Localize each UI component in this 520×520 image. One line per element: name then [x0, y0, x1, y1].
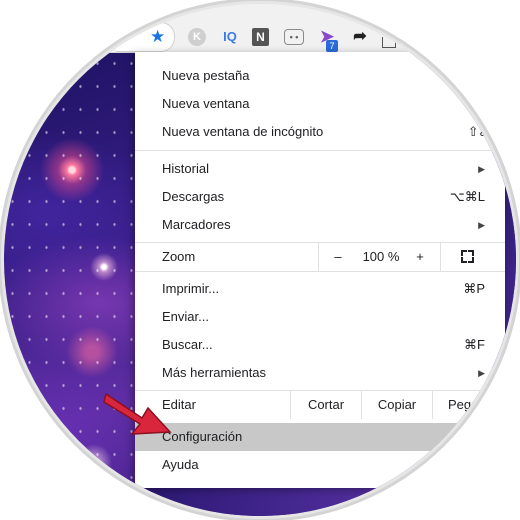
cut-button[interactable]: Cortar	[291, 391, 361, 419]
menu-item-cast[interactable]: Enviar...	[135, 303, 505, 331]
menu-item-label: Configuración	[162, 429, 243, 444]
menu-item-history[interactable]: Historial ▶	[135, 155, 505, 183]
menu-item-print[interactable]: Imprimir... ⌘P	[135, 275, 505, 303]
omnibox-end[interactable]: ★	[116, 22, 175, 52]
browser-toolbar: ★ K IQ N • • ➤ 7 ➦	[4, 4, 516, 53]
edit-row: Editar Cortar Copiar Pegar	[135, 391, 505, 419]
extension-n-icon[interactable]: N	[252, 28, 269, 46]
menu-item-bookmarks[interactable]: Marcadores ▶	[135, 211, 505, 239]
copy-button[interactable]: Copiar	[362, 391, 432, 419]
fullscreen-icon[interactable]	[461, 250, 474, 263]
red-pointer-arrow	[103, 392, 172, 435]
share-arrow-icon[interactable]: ➦	[350, 28, 370, 46]
menu-item-label: Nueva ventana de incógnito	[162, 124, 324, 139]
zoom-label: Zoom	[162, 249, 196, 264]
extension-badge: 7	[326, 40, 338, 52]
menu-item-new-tab[interactable]: Nueva pestaña	[135, 62, 505, 90]
shortcut-label: ⌘F	[464, 337, 485, 352]
submenu-arrow-icon: ▶	[478, 220, 485, 230]
menu-separator	[135, 271, 505, 272]
chrome-main-menu: Nueva pestaña Nueva ventana Nueva ventan…	[135, 52, 505, 488]
menu-item-label: Imprimir...	[162, 281, 220, 296]
menu-item-help[interactable]: Ayuda	[135, 451, 505, 479]
menu-item-new-window[interactable]: Nueva ventana	[135, 90, 505, 118]
menu-item-downloads[interactable]: Descargas ⌥⌘L	[135, 183, 505, 211]
extension-k-icon[interactable]: K	[188, 28, 206, 46]
divider	[318, 243, 319, 271]
menu-item-label: Ayuda	[162, 457, 199, 472]
paste-button[interactable]: Pegar	[448, 391, 508, 419]
menu-item-label: Nueva ventana	[162, 96, 250, 111]
star-icon[interactable]: ★	[150, 27, 165, 47]
galaxy-bottom	[134, 488, 514, 516]
menu-item-label: Más herramientas	[162, 365, 267, 380]
menu-item-label: Historial	[162, 161, 209, 176]
extension-iq-icon[interactable]: IQ	[218, 28, 242, 46]
menu-item-label: Nueva pestaña	[162, 68, 250, 83]
menu-item-find[interactable]: Buscar... ⌘F	[135, 331, 505, 359]
zoom-circle: ★ K IQ N • • ➤ 7 ➦ Nueva pestaña Nueva v…	[4, 4, 516, 516]
zoom-level: 100 %	[362, 249, 400, 264]
menu-item-label: Descargas	[162, 189, 225, 204]
menu-item-more-tools[interactable]: Más herramientas ▶	[135, 359, 505, 387]
zoom-in-button[interactable]: +	[409, 243, 431, 271]
menu-item-settings[interactable]: Configuración	[135, 423, 505, 451]
menu-item-incognito[interactable]: Nueva ventana de incógnito ⇧⌘N	[135, 118, 505, 146]
toolbar-partial-icon[interactable]	[382, 37, 396, 48]
menu-item-label: Marcadores	[162, 217, 231, 232]
zoom-row: Zoom – 100 % +	[135, 243, 505, 271]
extension-robot-icon[interactable]: • •	[284, 29, 304, 45]
shortcut-label: ⌥⌘L	[449, 189, 485, 204]
shortcut-label: ⇧⌘N	[467, 124, 501, 139]
menu-separator	[135, 150, 505, 151]
divider	[432, 391, 433, 419]
submenu-arrow-icon: ▶	[478, 164, 485, 174]
submenu-arrow-icon: ▶	[478, 368, 485, 378]
menu-item-label: Buscar...	[162, 337, 213, 352]
shortcut-label: ⌘P	[463, 281, 485, 296]
star-dots	[4, 52, 134, 516]
divider	[440, 243, 441, 271]
zoom-out-button[interactable]: –	[327, 243, 349, 271]
menu-item-label: Enviar...	[162, 309, 209, 324]
